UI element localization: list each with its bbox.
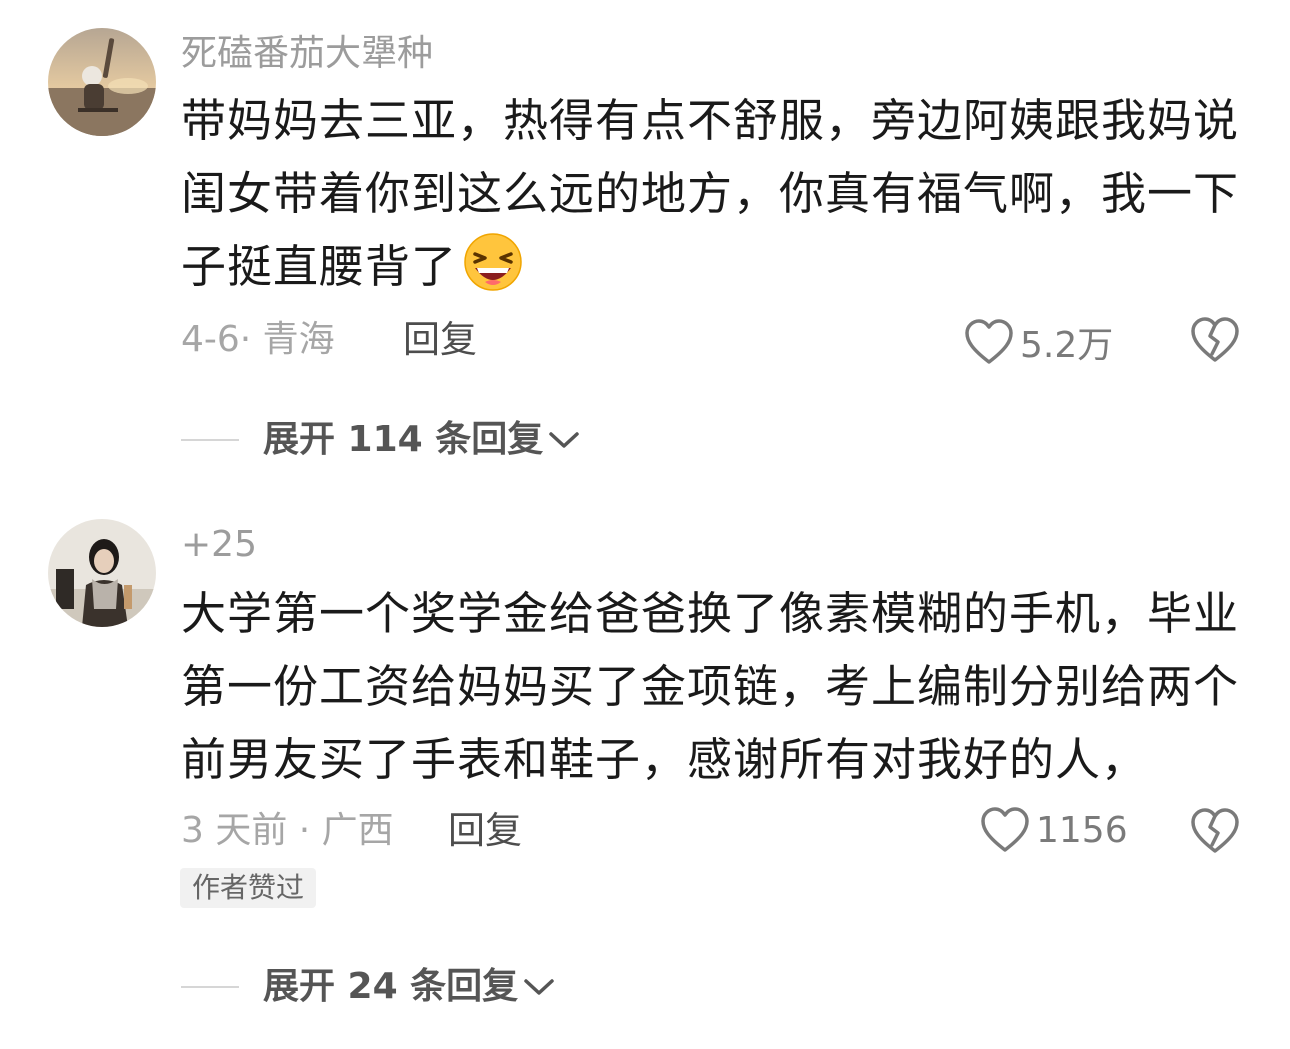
username[interactable]: +25 [181, 523, 257, 567]
reply-button[interactable]: 回复 [448, 809, 522, 853]
chevron-down-icon [549, 432, 579, 448]
like-button[interactable]: 1156 [980, 807, 1128, 853]
sunset-beach-avatar-image [48, 28, 156, 136]
like-count: 1156 [1036, 809, 1128, 851]
comment-meta: 3 天前 · 广西 [181, 810, 394, 851]
comment-text-line: 带妈妈去三亚，热得有点不舒服，旁边阿姨跟我妈说 [181, 94, 1240, 147]
avatar[interactable] [48, 28, 156, 136]
broken-heart-icon[interactable] [1190, 807, 1240, 855]
username[interactable]: 死磕番茄大犟种 [181, 32, 433, 76]
comment-meta: 4-6· 青海 [181, 319, 335, 360]
heart-outline-icon [965, 319, 1013, 364]
comment-list: 死磕番茄大犟种 带妈妈去三亚，热得有点不舒服，旁边阿姨跟我妈说 闺女带着你到这么… [0, 0, 1290, 1049]
chevron-down-icon [524, 979, 554, 995]
comment-text: 大学第一个奖学金给爸爸换了像素模糊的手机，毕业 第一份工资给妈妈买了金项链，考上… [181, 577, 1241, 796]
comment-text-line: 子挺直腰背了 [181, 230, 1241, 303]
heart-outline-icon [981, 807, 1029, 852]
like-count: 5.2万 [1020, 325, 1114, 366]
laughing-face-emoji [464, 233, 522, 291]
author-liked-badge: 作者赞过 [180, 868, 317, 908]
comment-text-fragment: 子挺直腰背了 [181, 240, 458, 293]
comment-text-line: 前男友买了手表和鞋子，感谢所有对我好的人， [181, 733, 1148, 786]
person-scarf-avatar-image [48, 519, 156, 627]
broken-heart-icon[interactable] [1190, 316, 1240, 364]
comment-text-line: 第一份工资给妈妈买了金项链，考上编制分别给两个 [181, 660, 1240, 713]
comment-text: 带妈妈去三亚，热得有点不舒服，旁边阿姨跟我妈说 闺女带着你到这么远的地方，你真有… [181, 84, 1241, 303]
reply-button[interactable]: 回复 [403, 318, 477, 362]
divider-dash [181, 986, 239, 988]
avatar[interactable] [48, 519, 156, 627]
comment-text-line: 闺女带着你到这么远的地方，你真有福气啊，我一下 [181, 167, 1240, 220]
expand-replies-button[interactable]: 展开 24 条回复 [181, 965, 556, 1009]
expand-replies-button[interactable]: 展开 114 条回复 [181, 418, 581, 462]
expand-replies-label: 展开 24 条回复 [263, 966, 519, 1007]
expand-replies-label: 展开 114 条回复 [263, 419, 544, 460]
divider-dash [181, 439, 239, 441]
like-button[interactable]: 5.2万 [964, 316, 1113, 368]
comment-text-line: 大学第一个奖学金给爸爸换了像素模糊的手机，毕业 [181, 587, 1240, 640]
